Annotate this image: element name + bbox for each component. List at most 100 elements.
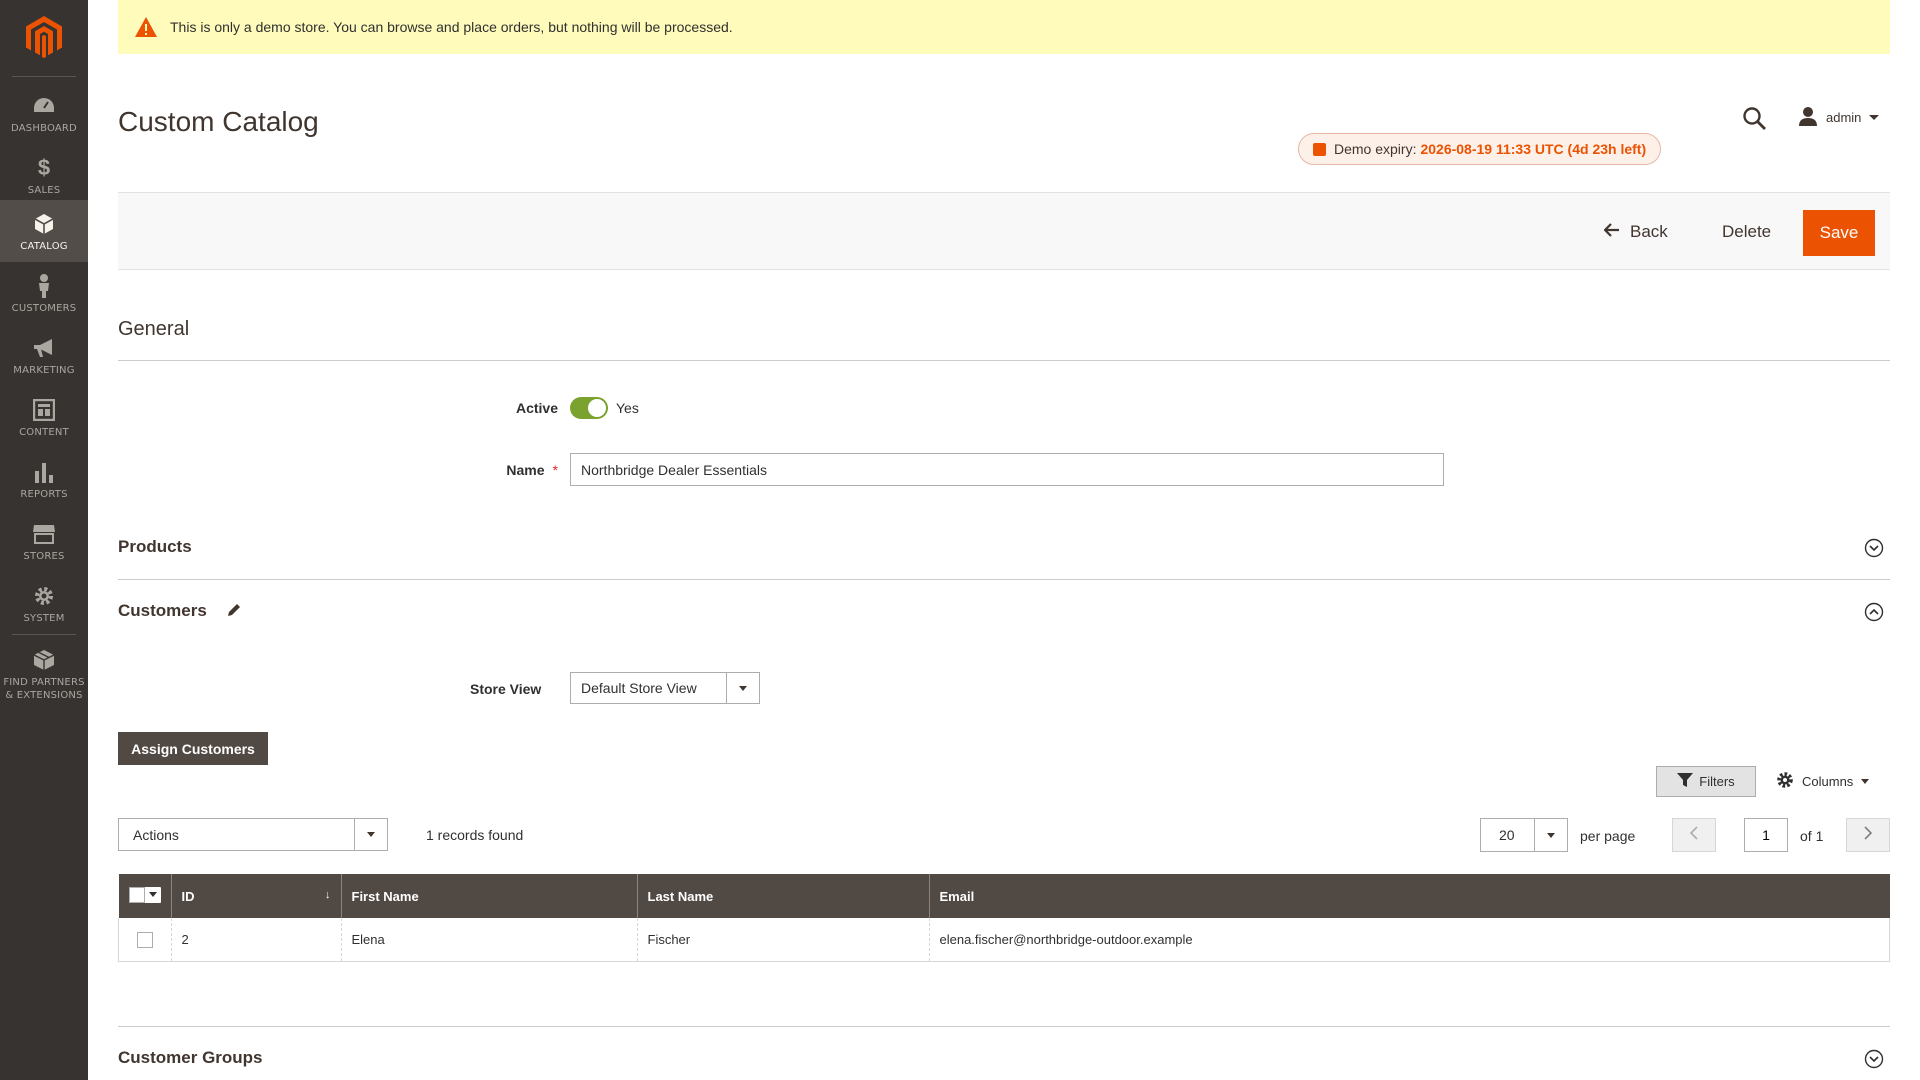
arrow-left-icon	[1603, 222, 1620, 242]
sidebar-divider	[12, 76, 76, 77]
reports-icon	[32, 460, 56, 484]
section-customers-title[interactable]: Customers	[118, 601, 207, 621]
notice-text: This is only a demo store. You can brows…	[170, 19, 733, 35]
sidebar-item-dashboard[interactable]: DASHBOARD	[0, 82, 88, 144]
required-marker: *	[552, 462, 558, 478]
column-header-id[interactable]: ID ↓	[170, 874, 341, 918]
filters-button[interactable]: Filters	[1656, 766, 1756, 797]
back-button[interactable]: Back	[1603, 210, 1668, 254]
mass-actions-select[interactable]: Actions	[118, 818, 388, 851]
marketing-icon	[32, 336, 56, 360]
gear-icon	[1776, 771, 1794, 792]
cell-id: 2	[170, 918, 341, 962]
sidebar-item-stores[interactable]: STORES	[0, 510, 88, 572]
per-page-select[interactable]: 20	[1480, 818, 1568, 852]
sidebar-item-label: SALES	[27, 185, 61, 196]
page-actions-bar: Back Delete Save	[118, 192, 1890, 270]
table-row[interactable]: 2 Elena Fischer elena.fischer@northbridg…	[118, 918, 1890, 962]
name-input[interactable]	[570, 453, 1444, 486]
sidebar-item-catalog[interactable]: CATALOG	[0, 200, 88, 262]
delete-button[interactable]: Delete	[1722, 210, 1771, 254]
sales-icon: $	[37, 155, 51, 180]
name-label: Name *	[498, 462, 558, 478]
user-icon	[1798, 106, 1818, 129]
dashboard-icon	[32, 94, 56, 118]
page-title: Custom Catalog	[118, 106, 319, 137]
active-toggle[interactable]	[570, 397, 608, 419]
sidebar-item-label: MARKETING	[13, 365, 75, 376]
sidebar-item-label: SYSTEM	[23, 613, 65, 624]
sidebar-item-system[interactable]: SYSTEM	[0, 572, 88, 634]
sidebar-item-extensions[interactable]: FIND PARTNERS & EXTENSIONS	[0, 636, 88, 710]
admin-username: admin	[1826, 109, 1862, 125]
sidebar-item-marketing[interactable]: MARKETING	[0, 324, 88, 386]
system-icon	[32, 584, 56, 608]
chevron-down-icon	[1869, 114, 1880, 120]
sidebar-item-content[interactable]: CONTENT	[0, 386, 88, 448]
divider	[118, 579, 1890, 580]
cell-last-name: Fischer	[636, 918, 929, 962]
search-icon[interactable]	[1742, 106, 1768, 132]
select-toggle[interactable]	[1534, 819, 1567, 851]
columns-label: Columns	[1802, 773, 1854, 789]
customers-grid: ID ↓ First Name Last Name Email 2 Elena …	[118, 874, 1890, 962]
prev-page-button[interactable]	[1672, 818, 1716, 852]
checkbox[interactable]	[128, 886, 145, 903]
store-view-select[interactable]: Default Store View	[570, 672, 760, 704]
demo-notice: This is only a demo store. You can brows…	[118, 0, 1890, 54]
extensions-icon	[32, 648, 56, 672]
mass-select-header[interactable]	[118, 874, 171, 918]
row-select-cell[interactable]	[118, 918, 171, 962]
back-label: Back	[1630, 222, 1668, 241]
section-products-title[interactable]: Products	[118, 537, 192, 557]
magento-logo-icon[interactable]	[26, 16, 62, 58]
select-toggle[interactable]	[726, 673, 759, 703]
chevron-left-icon	[1689, 825, 1699, 845]
chevron-down-icon	[1547, 832, 1555, 838]
column-header-label: ID	[181, 888, 195, 904]
chevron-down-icon	[148, 892, 157, 897]
sidebar-item-label: REPORTS	[20, 489, 68, 500]
sidebar-item-label: CUSTOMERS	[11, 303, 77, 314]
column-header-first-name[interactable]: First Name	[340, 874, 637, 918]
sidebar-item-reports[interactable]: REPORTS	[0, 448, 88, 510]
main-content: This is only a demo store. You can brows…	[118, 0, 1890, 1080]
divider	[118, 1026, 1890, 1027]
select-toggle[interactable]	[354, 819, 387, 850]
column-header-email[interactable]: Email	[928, 874, 1890, 918]
chevron-down-icon	[367, 832, 375, 837]
admin-user-menu[interactable]: admin	[1798, 106, 1880, 129]
demo-expiry-label: Demo expiry:	[1334, 141, 1417, 157]
divider	[118, 360, 1890, 361]
row-checkbox[interactable]	[137, 931, 153, 948]
catalog-icon	[32, 212, 56, 236]
sidebar-item-sales[interactable]: $ SALES	[0, 144, 88, 206]
chevron-down-icon[interactable]	[1864, 538, 1884, 558]
sort-arrow-icon: ↓	[325, 889, 331, 901]
sidebar-item-customers[interactable]: CUSTOMERS	[0, 262, 88, 324]
columns-button[interactable]: Columns	[1776, 770, 1870, 792]
sidebar-item-label: CATALOG	[20, 241, 68, 252]
next-page-button[interactable]	[1846, 818, 1890, 852]
filter-icon	[1677, 773, 1694, 790]
section-customer-groups-title[interactable]: Customer Groups	[118, 1048, 263, 1068]
save-button[interactable]: Save	[1803, 210, 1875, 256]
column-header-last-name[interactable]: Last Name	[636, 874, 929, 918]
pencil-icon[interactable]	[226, 602, 242, 618]
page-number-input[interactable]	[1744, 818, 1788, 852]
grid-header-row: ID ↓ First Name Last Name Email	[118, 874, 1890, 918]
expiry-dot-icon	[1313, 142, 1326, 156]
store-view-value: Default Store View	[581, 680, 697, 696]
assign-customers-button[interactable]: Assign Customers	[118, 732, 268, 765]
customers-icon	[32, 274, 56, 298]
mass-select-checkbox[interactable]	[128, 886, 161, 903]
chevron-down-icon[interactable]	[1864, 1049, 1884, 1069]
sidebar-divider	[12, 634, 76, 635]
chevron-up-icon[interactable]	[1864, 602, 1884, 622]
toggle-knob	[588, 399, 606, 417]
name-label-text: Name	[506, 462, 545, 478]
cell-email: elena.fischer@northbridge-outdoor.exampl…	[928, 918, 1890, 962]
records-found: 1 records found	[426, 827, 524, 843]
filters-label: Filters	[1699, 774, 1735, 789]
cell-first-name: Elena	[340, 918, 637, 962]
